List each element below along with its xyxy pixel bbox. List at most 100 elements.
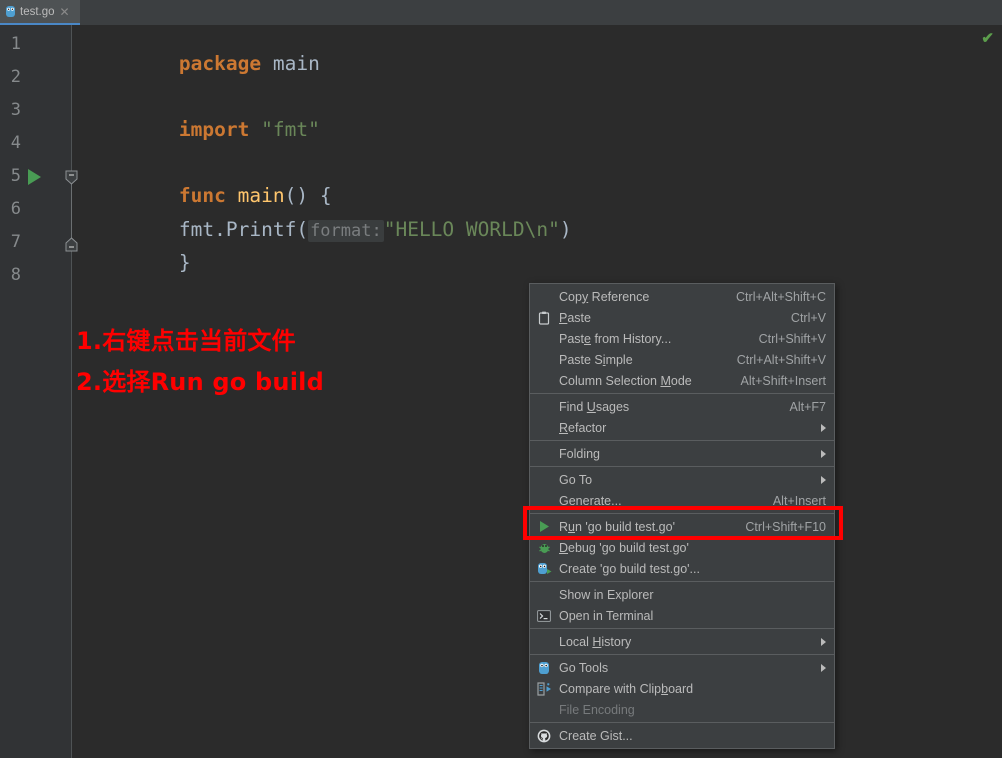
keyword-package: package (178, 51, 262, 75)
no-icon (534, 331, 554, 347)
menu-item-label: Local History (559, 634, 632, 649)
menu-item-label: File Encoding (559, 702, 635, 717)
no-icon (534, 352, 554, 368)
menu-item-label: Paste Simple (559, 352, 633, 367)
submenu-arrow-icon (821, 449, 826, 458)
menu-item-create-go-build-test-go[interactable]: Create 'go build test.go'... (530, 558, 834, 579)
clipboard-icon (534, 310, 554, 326)
menu-item-label: Go Tools (559, 660, 609, 675)
menu-item-column-selection-mode[interactable]: Column Selection Mode Alt+Shift+Insert (530, 370, 834, 391)
menu-item-label: Go To (559, 472, 593, 487)
menu-item-label: Open in Terminal (559, 608, 654, 623)
line-number: 5 (10, 166, 21, 186)
no-icon (534, 373, 554, 389)
code-editor[interactable]: 1 2 3 4 5 6 7 8 package main import "fmt… (0, 25, 1002, 758)
menu-item-accelerator: Alt+Shift+Insert (740, 373, 826, 388)
menu-item-label: Find Usages (559, 399, 630, 414)
menu-item-debug-go-build-test-go[interactable]: Debug 'go build test.go' (530, 537, 834, 558)
menu-item-label: Create Gist... (559, 728, 633, 743)
go-run-config-icon (534, 561, 554, 577)
line-number: 4 (10, 133, 21, 153)
identifier-main: main (272, 51, 320, 75)
no-icon (534, 420, 554, 436)
menu-item-generate[interactable]: Generate... Alt+Insert (530, 490, 834, 511)
menu-item-label: Folding (559, 446, 600, 461)
punctuation-close-brace: } (178, 250, 191, 274)
menu-item-accelerator: Ctrl+Shift+F10 (745, 519, 826, 534)
line-number: 1 (10, 34, 21, 54)
menu-item-label: Create 'go build test.go'... (559, 561, 700, 576)
gopher-icon (534, 660, 554, 676)
terminal-icon (534, 608, 554, 624)
menu-separator (530, 628, 834, 629)
menu-item-label: Show in Explorer (559, 587, 654, 602)
annotation-line-2: 2.选择Run go build (76, 368, 324, 396)
param-hint-format: format: (308, 219, 384, 242)
line-number: 2 (10, 67, 21, 87)
menu-item-accelerator: Ctrl+Alt+Shift+C (736, 289, 826, 304)
close-icon[interactable]: ✕ (60, 6, 70, 18)
menu-separator (530, 513, 834, 514)
menu-item-accelerator: Alt+F7 (789, 399, 826, 414)
menu-item-paste-simple[interactable]: Paste Simple Ctrl+Alt+Shift+V (530, 349, 834, 370)
menu-separator (530, 722, 834, 723)
string-fmt: "fmt" (261, 117, 320, 141)
submenu-arrow-icon (821, 423, 826, 432)
menu-item-create-gist[interactable]: Create Gist... (530, 725, 834, 746)
menu-item-label: Column Selection Mode (559, 373, 692, 388)
line-number: 6 (10, 199, 21, 219)
menu-item-label: Compare with Clipboard (559, 681, 694, 696)
no-icon (534, 289, 554, 305)
menu-item-label: Refactor (559, 420, 607, 435)
menu-item-paste-from-history[interactable]: Paste from History... Ctrl+Shift+V (530, 328, 834, 349)
debug-bug-icon (534, 540, 554, 556)
menu-separator (530, 581, 834, 582)
editor-tabbar: test.go ✕ (0, 0, 1002, 25)
keyword-import: import (178, 117, 250, 141)
menu-item-paste[interactable]: Paste Ctrl+V (530, 307, 834, 328)
code-line-7: } (85, 233, 191, 292)
tab-test-go[interactable]: test.go ✕ (0, 0, 80, 25)
inspection-status-icon[interactable]: ✔ (981, 29, 994, 47)
line-number: 8 (10, 265, 21, 285)
go-file-icon (5, 5, 16, 18)
menu-item-label: Generate... (559, 493, 622, 508)
menu-item-run-go-build-test-go[interactable]: Run 'go build test.go' Ctrl+Shift+F10 (530, 516, 834, 537)
github-icon (534, 728, 554, 744)
line-number: 3 (10, 100, 21, 120)
no-icon (534, 493, 554, 509)
submenu-arrow-icon (821, 663, 826, 672)
tab-label: test.go (20, 5, 55, 18)
code-line-1: package main (85, 34, 320, 93)
menu-item-label: Run 'go build test.go' (559, 519, 675, 534)
menu-item-open-in-terminal[interactable]: Open in Terminal (530, 605, 834, 626)
menu-item-accelerator: Ctrl+Shift+V (758, 331, 826, 346)
menu-item-go-to[interactable]: Go To (530, 469, 834, 490)
menu-item-compare-with-clipboard[interactable]: Compare with Clipboard (530, 678, 834, 699)
no-icon (534, 702, 554, 718)
compare-icon (534, 681, 554, 697)
string-hello-world: "HELLO WORLD\n" (383, 217, 560, 241)
menu-item-label: Copy Reference (559, 289, 650, 304)
menu-item-local-history[interactable]: Local History (530, 631, 834, 652)
no-icon (534, 446, 554, 462)
run-triangle-icon[interactable] (28, 169, 41, 185)
menu-item-file-encoding: File Encoding (530, 699, 834, 720)
line-number: 7 (10, 232, 21, 252)
menu-item-refactor[interactable]: Refactor (530, 417, 834, 438)
menu-item-folding[interactable]: Folding (530, 443, 834, 464)
editor-gutter[interactable]: 1 2 3 4 5 6 7 8 (0, 25, 72, 758)
punctuation-close-paren: ) (559, 217, 572, 241)
context-menu[interactable]: Copy Reference Ctrl+Alt+Shift+C Paste Ctrl+… (529, 283, 835, 749)
menu-separator (530, 654, 834, 655)
menu-item-accelerator: Ctrl+Alt+Shift+V (736, 352, 826, 367)
menu-item-label: Paste (559, 310, 591, 325)
menu-item-label: Paste from History... (559, 331, 672, 346)
menu-item-find-usages[interactable]: Find Usages Alt+F7 (530, 396, 834, 417)
menu-item-go-tools[interactable]: Go Tools (530, 657, 834, 678)
menu-item-accelerator: Alt+Insert (772, 493, 826, 508)
ide-window: test.go ✕ 1 2 3 4 5 6 7 8 package main i… (0, 0, 1002, 758)
menu-item-show-in-explorer[interactable]: Show in Explorer (530, 584, 834, 605)
menu-item-accelerator: Ctrl+V (790, 310, 826, 325)
menu-item-copy-reference[interactable]: Copy Reference Ctrl+Alt+Shift+C (530, 286, 834, 307)
